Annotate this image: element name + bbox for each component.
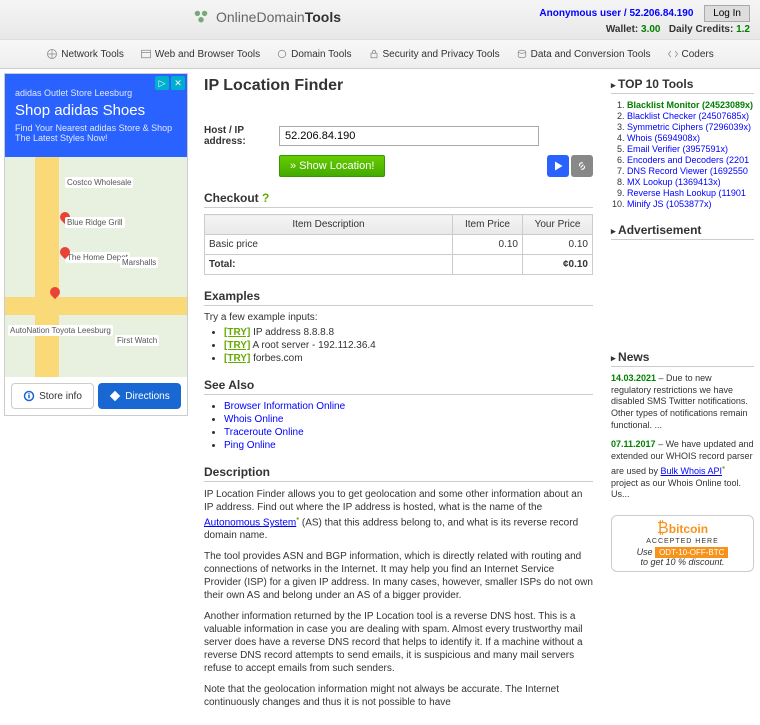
top10-heading: TOP 10 Tools xyxy=(611,77,754,94)
seealso-link[interactable]: Traceroute Online xyxy=(224,427,304,438)
news-item: 14.03.2021 – Due to new regulatory restr… xyxy=(611,373,754,431)
main-nav: Network Tools Web and Browser Tools Doma… xyxy=(0,40,760,69)
list-item: Whois Online xyxy=(224,414,593,425)
help-icon[interactable]: ? xyxy=(262,191,269,205)
top10-item: Blacklist Checker (24507685x) xyxy=(627,111,754,121)
top10-item: Whois (5694908x) xyxy=(627,133,754,143)
data-icon xyxy=(516,48,528,60)
news-link[interactable]: Bulk Whois API xyxy=(661,466,723,476)
ad-directions-button[interactable]: Directions xyxy=(98,383,181,409)
seealso-heading: See Also xyxy=(204,378,593,395)
examples-heading: Examples xyxy=(204,289,593,306)
ad-box[interactable]: ▷✕ adidas Outlet Store Leesburg Shop adi… xyxy=(4,73,188,416)
try-link[interactable]: [TRY] xyxy=(224,327,250,338)
list-item: Traceroute Online xyxy=(224,427,593,438)
globe-icon xyxy=(46,48,58,60)
top10-link[interactable]: MX Lookup (1369413x) xyxy=(627,177,721,187)
list-item: Browser Information Online xyxy=(224,401,593,412)
as-link[interactable]: Autonomous System xyxy=(204,517,296,528)
bitcoin-banner[interactable]: ₿bitcoin ACCEPTED HERE Use ODT-10-OFF-BT… xyxy=(611,515,754,572)
lock-icon xyxy=(368,48,380,60)
try-link[interactable]: [TRY] xyxy=(224,340,250,351)
seealso-link[interactable]: Ping Online xyxy=(224,440,276,451)
nav-data[interactable]: Data and Conversion Tools xyxy=(510,45,657,63)
top10-item: Blacklist Monitor (24523089x) xyxy=(627,100,754,110)
top10-link[interactable]: Reverse Hash Lookup (11901 xyxy=(627,188,746,198)
top10-link[interactable]: DNS Record Viewer (1692550 xyxy=(627,166,748,176)
top10-item: Encoders and Decoders (2201 xyxy=(627,155,754,165)
top10-item: Email Verifier (3957591x) xyxy=(627,144,754,154)
top10-item: Minify JS (1053877x) xyxy=(627,199,754,209)
top10-item: Reverse Hash Lookup (11901 xyxy=(627,188,754,198)
nav-web[interactable]: Web and Browser Tools xyxy=(134,45,266,63)
nav-network[interactable]: Network Tools xyxy=(40,45,130,63)
link-button[interactable] xyxy=(571,155,593,177)
checkout-heading: Checkout ? xyxy=(204,191,593,208)
wallet-info: Wallet: 3.00 Daily Credits: 1.2 xyxy=(539,24,750,35)
seealso-link[interactable]: Browser Information Online xyxy=(224,401,345,412)
checkout-table: Item DescriptionItem PriceYour Price Bas… xyxy=(204,214,593,275)
example-item: [TRY] IP address 8.8.8.8 xyxy=(224,327,593,338)
info-icon xyxy=(23,390,35,402)
description-heading: Description xyxy=(204,465,593,482)
user-link[interactable]: Anonymous user / 52.206.84.190 xyxy=(539,8,693,19)
host-label: Host / IP address: xyxy=(204,125,279,147)
ad-store-name: adidas Outlet Store Leesburg xyxy=(15,88,177,98)
directions-icon xyxy=(109,390,121,402)
logo-icon xyxy=(192,8,210,26)
top10-link[interactable]: Encoders and Decoders (2201 xyxy=(627,155,749,165)
login-button[interactable]: Log In xyxy=(704,5,750,22)
try-link[interactable]: [TRY] xyxy=(224,353,250,364)
example-item: [TRY] A root server - 192.112.36.4 xyxy=(224,340,593,351)
top10-link[interactable]: Minify JS (1053877x) xyxy=(627,199,712,209)
ad-subtitle: Find Your Nearest adidas Store & Shop Th… xyxy=(15,123,177,143)
play-button[interactable] xyxy=(547,155,569,177)
news-heading: News xyxy=(611,350,754,367)
desc-para: The tool provides ASN and BGP informatio… xyxy=(204,550,593,602)
desc-para: Another information returned by the IP L… xyxy=(204,610,593,675)
desc-para: Note that the geolocation information mi… xyxy=(204,683,593,709)
adv-heading: Advertisement xyxy=(611,223,754,240)
code-icon xyxy=(667,48,679,60)
seealso-link[interactable]: Whois Online xyxy=(224,414,283,425)
host-input[interactable] xyxy=(279,126,539,146)
nav-domain[interactable]: Domain Tools xyxy=(270,45,357,63)
top10-item: Symmetric Ciphers (7296039x) xyxy=(627,122,754,132)
domain-icon xyxy=(276,48,288,60)
ad-map[interactable]: Costco Wholesale Blue Ridge Grill The Ho… xyxy=(5,157,187,377)
logo-text: OnlineDomainTools xyxy=(216,9,341,25)
list-item: Ping Online xyxy=(224,440,593,451)
nav-coders[interactable]: Coders xyxy=(661,45,720,63)
browser-icon xyxy=(140,48,152,60)
logo[interactable]: OnlineDomainTools xyxy=(192,8,341,26)
top10-link[interactable]: Blacklist Checker (24507685x) xyxy=(627,111,749,121)
top10-link[interactable]: Blacklist Monitor (24523089x) xyxy=(627,100,753,110)
top10-link[interactable]: Symmetric Ciphers (7296039x) xyxy=(627,122,751,132)
top10-item: MX Lookup (1369413x) xyxy=(627,177,754,187)
desc-para: IP Location Finder allows you to get geo… xyxy=(204,488,593,542)
examples-intro: Try a few example inputs: xyxy=(204,312,593,323)
top10-link[interactable]: Whois (5694908x) xyxy=(627,133,700,143)
top10-item: DNS Record Viewer (1692550 xyxy=(627,166,754,176)
example-item: [TRY] forbes.com xyxy=(224,353,593,364)
news-item: 07.11.2017 – We have updated and extende… xyxy=(611,439,754,500)
show-location-button[interactable]: » Show Location! xyxy=(279,155,385,177)
page-title: IP Location Finder xyxy=(204,77,593,95)
ad-title: Shop adidas Shoes xyxy=(15,102,177,119)
ad-store-info-button[interactable]: Store info xyxy=(11,383,94,409)
adv-slot xyxy=(611,246,754,336)
play-icon xyxy=(552,160,564,172)
top10-link[interactable]: Email Verifier (3957591x) xyxy=(627,144,728,154)
link-icon xyxy=(576,160,588,172)
nav-security[interactable]: Security and Privacy Tools xyxy=(362,45,506,63)
